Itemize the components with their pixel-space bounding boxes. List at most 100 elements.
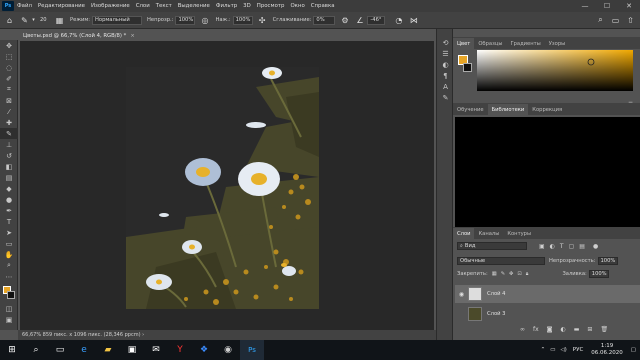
share-icon[interactable]: ⇧ <box>625 15 636 26</box>
visibility-eye-icon[interactable]: ◉ <box>455 291 468 298</box>
chrome-icon[interactable]: ◉ <box>216 340 240 360</box>
dodge-tool-icon[interactable]: ● <box>0 194 18 205</box>
lock-paint-icon[interactable]: ✎ <box>501 271 505 277</box>
opacity-field[interactable]: 100% <box>175 15 196 25</box>
tab-channels[interactable]: Каналы <box>474 228 503 239</box>
brush-settings-panel-icon[interactable]: ✎ <box>437 92 454 103</box>
chevron-down-icon[interactable]: ▾ <box>31 15 36 26</box>
new-layer-icon[interactable]: ⊞ <box>587 326 592 333</box>
zoom-tool-icon[interactable]: ⌕ <box>0 260 18 271</box>
brush-tool-icon[interactable]: ✎ <box>19 15 30 26</box>
tab-adjustments[interactable]: Коррекция <box>528 104 566 115</box>
lock-pixels-icon[interactable]: ▦ <box>492 271 497 277</box>
layer-opacity-field[interactable]: 100% <box>597 257 618 265</box>
pressure-size-icon[interactable]: ◔ <box>393 15 404 26</box>
menu-file[interactable]: Файл <box>14 3 35 9</box>
delete-layer-icon[interactable]: 🗑︎ <box>600 326 608 333</box>
tab-libraries[interactable]: Библиотеки <box>487 104 529 115</box>
adjustment-layer-icon[interactable]: ◐ <box>561 326 566 333</box>
layer-row[interactable]: Слой 3 <box>455 305 640 323</box>
lock-move-icon[interactable]: ✥ <box>509 271 513 277</box>
home-icon[interactable]: ⌂ <box>4 15 15 26</box>
layer-row[interactable]: ◉ Слой 4 <box>455 285 640 303</box>
screen-mode-icon[interactable]: ▣ <box>0 314 18 325</box>
network-icon[interactable]: ▭ <box>550 347 555 353</box>
pressure-opacity-icon[interactable]: ◎ <box>199 15 210 26</box>
healing-tool-icon[interactable]: ✚ <box>0 117 18 128</box>
lasso-tool-icon[interactable]: ◌ <box>0 62 18 73</box>
move-tool-icon[interactable]: ✥ <box>0 40 18 51</box>
angle-field[interactable]: -46° <box>367 15 386 25</box>
airbrush-icon[interactable]: ✣ <box>257 15 268 26</box>
background-color-swatch[interactable] <box>7 291 15 299</box>
layer-filter-select[interactable]: ⌕ Вид <box>457 242 527 250</box>
filter-type-icon[interactable]: T <box>560 243 564 250</box>
layer-name[interactable]: Слой 4 <box>487 291 505 297</box>
menu-filter[interactable]: Фильтр <box>213 3 240 9</box>
lock-all-icon[interactable]: 🔒︎ <box>526 271 529 278</box>
smoothing-settings-icon[interactable]: ⚙ <box>339 15 350 26</box>
menu-layers[interactable]: Слои <box>133 3 153 9</box>
fx-icon[interactable]: fx <box>533 326 539 333</box>
mode-select[interactable]: Нормальный <box>92 15 143 25</box>
background-color-chip[interactable] <box>463 63 472 72</box>
volume-icon[interactable]: ◁) <box>560 347 566 353</box>
tab-patterns[interactable]: Узоры <box>545 38 569 49</box>
search-icon[interactable]: ⌕ <box>595 15 606 26</box>
menu-select[interactable]: Выделение <box>175 3 213 9</box>
properties-icon[interactable]: ☰ <box>437 48 454 59</box>
workspace-icon[interactable]: ▭ <box>610 15 621 26</box>
filter-shape-icon[interactable]: ▢ <box>569 243 575 250</box>
crop-tool-icon[interactable]: ⌗ <box>0 84 18 95</box>
adjustments-icon[interactable]: ◐ <box>437 59 454 70</box>
maximize-button[interactable]: ☐ <box>596 0 618 12</box>
store-icon[interactable]: ▣ <box>120 340 144 360</box>
filter-adjust-icon[interactable]: ◐ <box>550 243 555 250</box>
quick-select-tool-icon[interactable]: ✐ <box>0 73 18 84</box>
tab-color[interactable]: Цвет <box>453 38 475 49</box>
brush-settings-icon[interactable]: ▦ <box>54 15 65 26</box>
dropbox-icon[interactable]: ❖ <box>192 340 216 360</box>
hand-tool-icon[interactable]: ✋ <box>0 249 18 260</box>
new-group-icon[interactable]: ▬ <box>574 326 580 333</box>
menu-type[interactable]: Текст <box>153 3 175 9</box>
clock[interactable]: 1:19 06.06.2020 <box>591 343 623 357</box>
add-mask-icon[interactable]: ◙ <box>547 326 553 333</box>
history-icon[interactable]: ⟲ <box>437 37 454 48</box>
filter-smart-icon[interactable]: ▤ <box>579 243 585 250</box>
color-panel-swatches[interactable] <box>458 55 473 75</box>
brush-size-field[interactable]: 20 <box>38 15 50 25</box>
menu-help[interactable]: Справка <box>308 3 338 9</box>
yandex-icon[interactable]: Y <box>168 340 192 360</box>
layer-fill-field[interactable]: 100% <box>588 270 609 278</box>
tab-learn[interactable]: Обучение <box>453 104 488 115</box>
photoshop-taskbar-icon[interactable]: Ps <box>240 340 264 360</box>
mail-icon[interactable]: ✉ <box>144 340 168 360</box>
close-window-button[interactable]: ✕ <box>618 0 640 12</box>
tab-gradients[interactable]: Градиенты <box>506 38 544 49</box>
pressure-field[interactable]: 100% <box>232 15 253 25</box>
rectangle-tool-icon[interactable]: ▭ <box>0 238 18 249</box>
filter-pixel-icon[interactable]: ▣ <box>539 243 545 250</box>
menu-image[interactable]: Изображение <box>88 3 133 9</box>
frame-tool-icon[interactable]: ⊠ <box>0 95 18 106</box>
tray-arrow-icon[interactable]: ⌃ <box>541 347 546 353</box>
stamp-tool-icon[interactable]: ⊥ <box>0 139 18 150</box>
menu-edit[interactable]: Редактирование <box>35 3 88 9</box>
symmetry-icon[interactable]: ⋈ <box>408 15 419 26</box>
lock-artboard-icon[interactable]: ⊡ <box>517 271 521 277</box>
path-select-tool-icon[interactable]: ➤ <box>0 227 18 238</box>
close-document-icon[interactable]: × <box>130 33 134 39</box>
layer-name[interactable]: Слой 3 <box>487 311 505 317</box>
task-view-icon[interactable]: ▭ <box>48 340 72 360</box>
blend-mode-select[interactable]: Обычные <box>457 257 545 265</box>
filter-toggle-icon[interactable]: ● <box>593 243 598 250</box>
brush-tool-icon[interactable]: ✎ <box>0 128 18 139</box>
quick-mask-icon[interactable]: ◫ <box>0 303 18 314</box>
type-tool-icon[interactable]: T <box>0 216 18 227</box>
eyedropper-tool-icon[interactable]: ⁄ <box>0 106 18 117</box>
gradient-tool-icon[interactable]: ▤ <box>0 172 18 183</box>
tab-paths[interactable]: Контуры <box>503 228 535 239</box>
menu-window[interactable]: Окно <box>287 3 307 9</box>
search-icon[interactable]: ⌕ <box>24 340 48 360</box>
